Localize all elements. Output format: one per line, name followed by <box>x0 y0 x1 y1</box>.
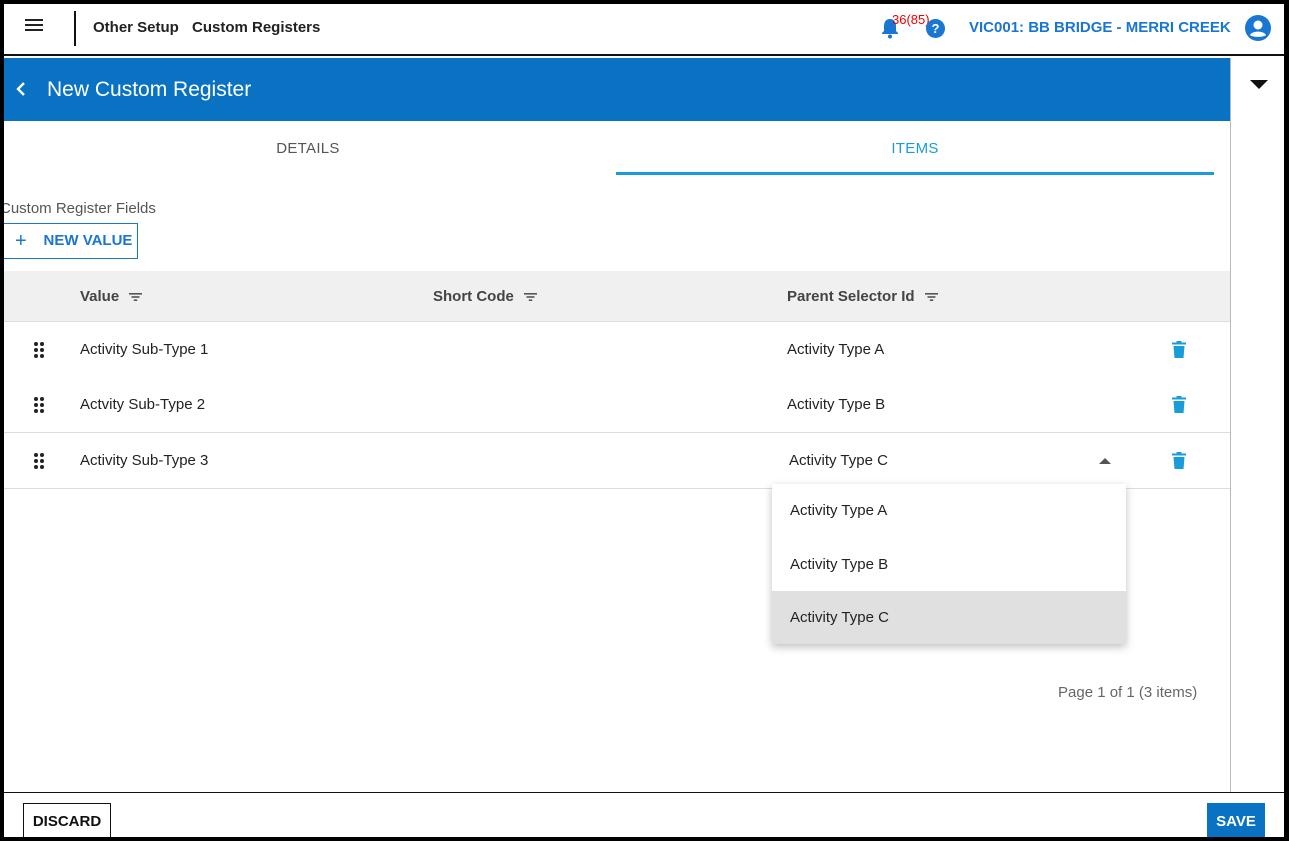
discard-button[interactable]: DISCARD <box>23 803 111 839</box>
filter-icon[interactable] <box>924 292 938 302</box>
back-chevron-icon[interactable] <box>14 80 28 98</box>
menu-icon[interactable] <box>25 19 43 33</box>
section-label: Custom Register Fields <box>0 200 156 217</box>
new-value-label: NEW VALUE <box>43 232 133 249</box>
dropdown-option[interactable]: Activity Type A <box>772 484 1126 537</box>
column-header-value[interactable]: Value <box>80 288 143 305</box>
table-row[interactable]: Activity Sub-Type 3 Activity Type C <box>4 433 1230 489</box>
delete-icon[interactable] <box>1172 341 1186 358</box>
pagination-info: Page 1 of 1 (3 items) <box>1058 684 1198 701</box>
plus-icon: + <box>15 230 27 252</box>
drag-handle-icon[interactable] <box>33 341 45 359</box>
drag-handle-icon[interactable] <box>33 396 45 414</box>
new-value-button[interactable]: + NEW VALUE <box>0 223 138 259</box>
save-button[interactable]: SAVE <box>1207 803 1265 839</box>
column-header-short-code[interactable]: Short Code <box>433 288 538 305</box>
drag-handle-icon[interactable] <box>33 452 45 470</box>
filter-icon[interactable] <box>524 292 538 302</box>
help-icon[interactable]: ? <box>926 19 945 38</box>
top-app-bar: Other Setup Custom Registers 36(85) ? VI… <box>0 0 1289 56</box>
divider <box>74 11 76 46</box>
notification-count: 36(85) <box>892 12 930 27</box>
table-row[interactable]: Activity Sub-Type 1 Activity Type A <box>4 322 1230 378</box>
column-label: Value <box>80 288 120 305</box>
tab-details[interactable]: DETAILS <box>0 140 616 157</box>
breadcrumb-other-setup[interactable]: Other Setup <box>93 19 179 36</box>
cell-value[interactable]: Actvity Sub-Type 2 <box>80 396 205 413</box>
dropdown-option[interactable]: Activity Type B <box>772 538 1126 591</box>
parent-selector-dropdown: Activity Type A Activity Type B Activity… <box>772 484 1126 644</box>
delete-icon[interactable] <box>1172 396 1186 413</box>
tab-items[interactable]: ITEMS <box>616 140 1214 157</box>
page-header: New Custom Register <box>0 58 1230 121</box>
cell-parent-selector[interactable]: Activity Type A <box>787 341 884 358</box>
caret-up-icon[interactable] <box>1099 458 1111 464</box>
column-label: Short Code <box>433 288 514 305</box>
column-header-parent-selector-id[interactable]: Parent Selector Id <box>787 288 938 305</box>
cell-value[interactable]: Activity Sub-Type 3 <box>80 452 208 469</box>
caret-down-icon[interactable] <box>1250 80 1268 89</box>
right-panel-divider <box>1230 58 1231 793</box>
organization-selector[interactable]: VIC001: BB BRIDGE - MERRI CREEK <box>969 19 1231 36</box>
parent-selector-select[interactable]: Activity Type C <box>789 452 888 469</box>
active-tab-indicator <box>616 172 1214 175</box>
footer-divider <box>4 792 1284 793</box>
filter-icon[interactable] <box>129 292 143 302</box>
user-avatar-icon[interactable] <box>1244 14 1272 42</box>
column-label: Parent Selector Id <box>787 288 915 305</box>
table-row[interactable]: Actvity Sub-Type 2 Activity Type B <box>4 377 1230 433</box>
breadcrumb-custom-registers[interactable]: Custom Registers <box>192 19 320 36</box>
delete-icon[interactable] <box>1172 452 1186 469</box>
cell-value[interactable]: Activity Sub-Type 1 <box>80 341 208 358</box>
page-title: New Custom Register <box>47 78 252 101</box>
dropdown-option-selected[interactable]: Activity Type C <box>772 591 1126 644</box>
cell-parent-selector[interactable]: Activity Type B <box>787 396 885 413</box>
table-header: Value Short Code Parent Selector Id <box>4 271 1230 322</box>
